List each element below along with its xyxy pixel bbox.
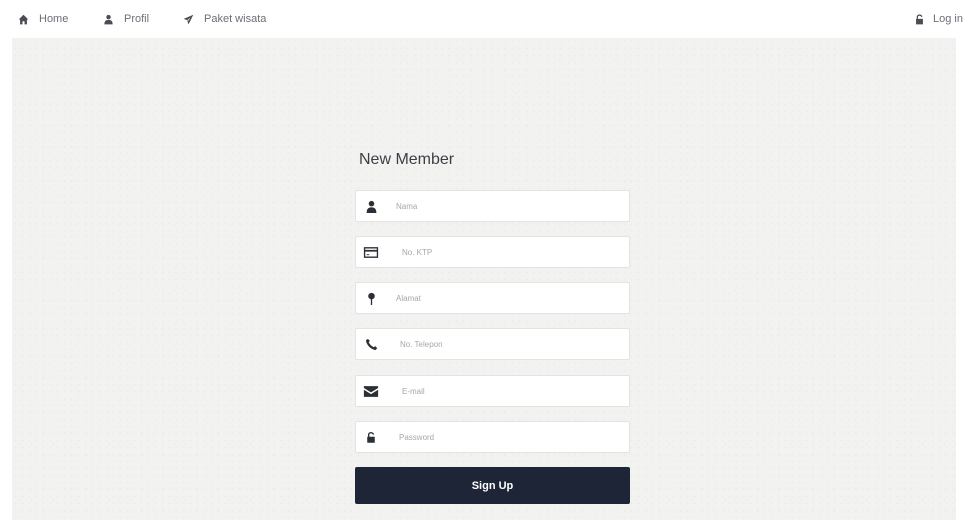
- top-navbar: Home Profil Paket wisata Log in: [0, 0, 968, 38]
- map-pin-icon: [363, 290, 379, 306]
- name-field-wrapper: [355, 190, 630, 222]
- password-field-wrapper: [355, 421, 630, 453]
- email-field-wrapper: [355, 375, 630, 407]
- nav-paket-wisata-label: Paket wisata: [204, 13, 267, 25]
- nav-item-paket-wisata[interactable]: Paket wisata: [183, 11, 266, 27]
- phone-field-wrapper: [355, 328, 630, 360]
- home-icon: [18, 14, 29, 24]
- sign-up-button[interactable]: Sign Up: [355, 467, 630, 504]
- envelope-icon: [363, 383, 379, 399]
- phone-input[interactable]: [400, 329, 625, 359]
- user-icon: [363, 198, 379, 214]
- login-label: Log in: [933, 13, 963, 25]
- ktp-field-wrapper: [355, 236, 630, 268]
- login-link[interactable]: Log in: [914, 11, 963, 27]
- form-title: New Member: [359, 151, 455, 168]
- plane-icon: [183, 14, 194, 24]
- user-icon: [104, 14, 113, 24]
- ktp-input[interactable]: [402, 237, 627, 267]
- unlock-icon: [363, 429, 379, 445]
- email-input[interactable]: [402, 376, 627, 406]
- unlock-icon: [916, 14, 923, 24]
- nav-item-profil[interactable]: Profil: [103, 11, 149, 27]
- address-field-wrapper: [355, 282, 630, 314]
- password-input[interactable]: [399, 422, 624, 452]
- nav-home-label: Home: [39, 13, 69, 25]
- phone-icon: [363, 336, 379, 352]
- nav-item-home[interactable]: Home: [18, 11, 68, 27]
- credit-card-icon: [363, 244, 379, 260]
- address-input[interactable]: [396, 283, 621, 313]
- nav-profil-label: Profil: [124, 13, 150, 25]
- name-input[interactable]: [396, 191, 621, 221]
